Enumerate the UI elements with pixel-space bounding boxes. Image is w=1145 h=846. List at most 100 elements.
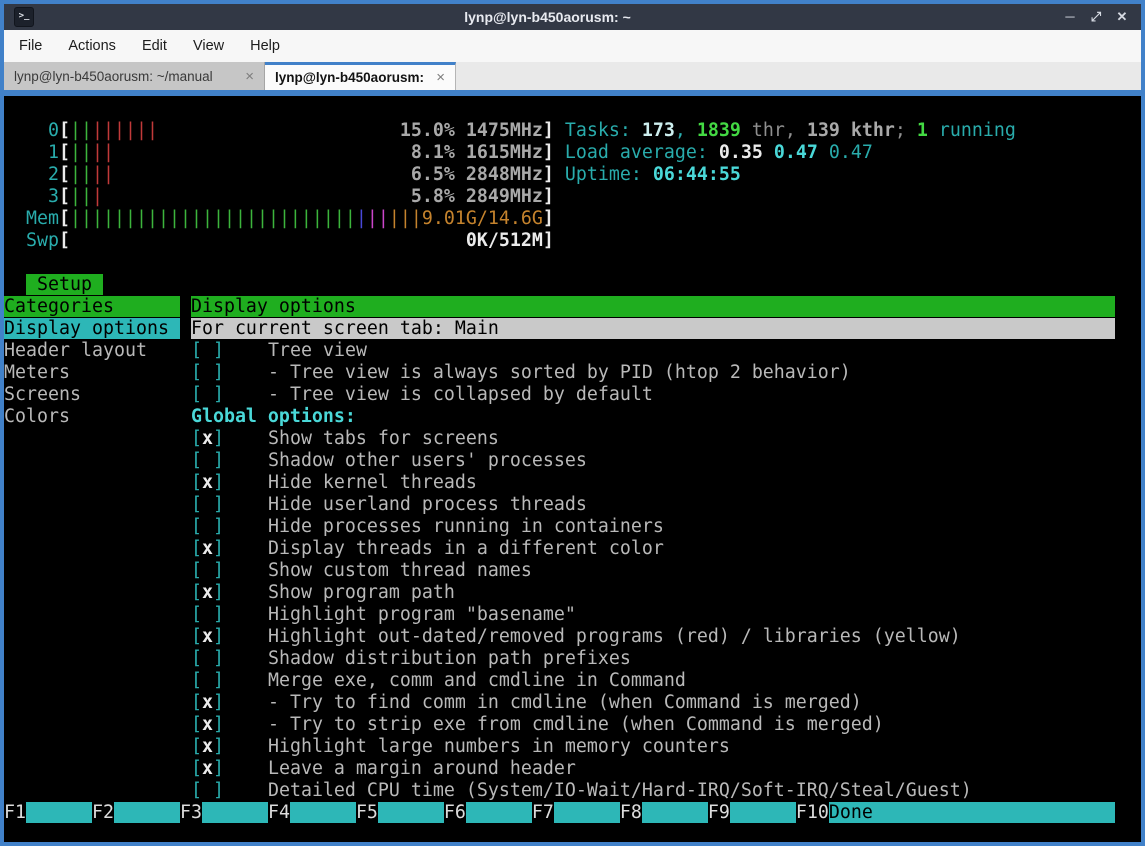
fkey-f8-label[interactable] (642, 802, 708, 823)
text-segment: 6.5% 2848MHz (400, 164, 543, 185)
category-colors[interactable]: Colors (4, 406, 70, 427)
text-segment (4, 538, 191, 559)
fkey-f9-label[interactable] (730, 802, 796, 823)
fkey-f9[interactable]: F9 (708, 802, 730, 823)
option-custom-thread-names-label[interactable]: Show custom thread names (268, 560, 532, 581)
menu-view[interactable]: View (180, 30, 237, 62)
cpu-meter-2: 2[|||| 6.5% 2848MHz] Uptime: 06:44:55 (4, 164, 1141, 186)
option-strip-exe-from-cmdline-checkbox[interactable]: [ (191, 714, 202, 735)
menu-actions[interactable]: Actions (55, 30, 129, 62)
fkey-f1-label[interactable] (26, 802, 92, 823)
option-show-tabs-checkbox[interactable]: [ (191, 428, 202, 449)
tab-1[interactable]: lynp@lyn-b450aorusm: ~/manual× (4, 62, 265, 90)
option-hide-kernel-threads-checkbox[interactable]: [ (191, 472, 202, 493)
tab-close-icon[interactable]: × (237, 68, 254, 85)
text-segment: || (92, 142, 114, 163)
option-display-threads-color-checkbox[interactable]: [ (191, 538, 202, 559)
menu-edit[interactable]: Edit (129, 30, 180, 62)
option-highlight-outdated-label[interactable]: Highlight out-dated/removed programs (re… (268, 626, 961, 647)
menu-help[interactable]: Help (237, 30, 293, 62)
text-segment (4, 120, 48, 141)
text-segment: x (202, 692, 213, 713)
fkey-f4[interactable]: F4 (268, 802, 290, 823)
fkey-f7[interactable]: F7 (532, 802, 554, 823)
tab-close-icon[interactable]: × (428, 69, 445, 86)
option-tree-view-checkbox[interactable]: [ ] (191, 340, 224, 361)
text-segment: ] (213, 714, 224, 735)
category-meters[interactable]: Meters (4, 362, 70, 383)
option-leave-margin-header-label[interactable]: Leave a margin around header (268, 758, 576, 779)
option-row: [x] Display threads in a different color (4, 538, 1141, 560)
fkey-f4-label[interactable] (290, 802, 356, 823)
option-strip-exe-from-cmdline-label[interactable]: - Try to strip exe from cmdline (when Co… (268, 714, 884, 735)
text-segment: ] (213, 626, 224, 647)
maximize-button[interactable]: ⤢ (1087, 8, 1105, 26)
fkey-f2-label[interactable] (114, 802, 180, 823)
option-hide-userland-threads-label[interactable]: Hide userland process threads (268, 494, 587, 515)
option-find-comm-in-cmdline-checkbox[interactable]: [ (191, 692, 202, 713)
text-segment: 06:44:55 (653, 164, 741, 185)
option-display-threads-color-label[interactable]: Display threads in a different color (268, 538, 664, 559)
option-hide-container-processes-checkbox[interactable]: [ ] (191, 516, 224, 537)
fkey-f2[interactable]: F2 (92, 802, 114, 823)
category-header-layout[interactable]: Header layout (4, 340, 147, 361)
tab-2-active[interactable]: lynp@lyn-b450aorusm: ~× (265, 62, 456, 90)
fkey-f7-label[interactable] (554, 802, 620, 823)
text-segment (224, 340, 268, 361)
option-tree-collapsed-label[interactable]: - Tree view is collapsed by default (268, 384, 653, 405)
option-tree-sorted-checkbox[interactable]: [ ] (191, 362, 224, 383)
option-shadow-users-label[interactable]: Shadow other users' processes (268, 450, 587, 471)
option-hide-kernel-threads-label[interactable]: Hide kernel threads (268, 472, 477, 493)
setup-tab[interactable]: Setup (26, 274, 103, 295)
fkey-f3-label[interactable] (202, 802, 268, 823)
option-detailed-cpu-time-label[interactable]: Detailed CPU time (System/IO-Wait/Hard-I… (268, 780, 972, 801)
cpu-meter-0: 0[|||||||| 15.0% 1475MHz] Tasks: 173, 18… (4, 120, 1141, 142)
menu-file[interactable]: File (6, 30, 55, 62)
option-tree-sorted-label[interactable]: - Tree view is always sorted by PID (hto… (268, 362, 851, 383)
fkey-f1[interactable]: F1 (4, 802, 26, 823)
option-tree-view-label[interactable]: Tree view (268, 340, 367, 361)
text-segment: thr, (741, 120, 807, 141)
option-find-comm-in-cmdline-label[interactable]: - Try to find comm in cmdline (when Comm… (268, 692, 862, 713)
titlebar: >_ lynp@lyn-b450aorusm: ~ ─ ⤢ ✕ (4, 4, 1141, 30)
text-segment (356, 296, 1115, 317)
option-show-program-path-label[interactable]: Show program path (268, 582, 455, 603)
option-current-screen-tab[interactable]: For current screen tab: Main (191, 318, 499, 339)
option-merge-exe-comm-cmdline-label[interactable]: Merge exe, comm and cmdline in Command (268, 670, 686, 691)
fkey-f10-label[interactable]: Done (829, 802, 873, 823)
option-highlight-large-numbers-checkbox[interactable]: [ (191, 736, 202, 757)
option-show-tabs-label[interactable]: Show tabs for screens (268, 428, 499, 449)
fkey-f6[interactable]: F6 (444, 802, 466, 823)
option-merge-exe-comm-cmdline-checkbox[interactable]: [ ] (191, 670, 224, 691)
option-highlight-outdated-checkbox[interactable]: [ (191, 626, 202, 647)
panel-headers-row: Categories Display options (4, 296, 1141, 318)
option-show-program-path-checkbox[interactable]: [ (191, 582, 202, 603)
category-display-options[interactable]: Display options (4, 318, 180, 339)
option-highlight-basename-label[interactable]: Highlight program "basename" (268, 604, 576, 625)
fkey-f3[interactable]: F3 (180, 802, 202, 823)
fkey-f5-label[interactable] (378, 802, 444, 823)
fkey-f6-label[interactable] (466, 802, 532, 823)
fkey-f8[interactable]: F8 (620, 802, 642, 823)
close-button[interactable]: ✕ (1113, 8, 1131, 26)
minimize-button[interactable]: ─ (1061, 8, 1079, 26)
option-detailed-cpu-time-checkbox[interactable]: [ ] (191, 780, 224, 801)
option-shadow-users-checkbox[interactable]: [ ] (191, 450, 224, 471)
option-shadow-distribution-paths-label[interactable]: Shadow distribution path prefixes (268, 648, 631, 669)
option-tree-collapsed-checkbox[interactable]: [ ] (191, 384, 224, 405)
option-hide-container-processes-label[interactable]: Hide processes running in containers (268, 516, 664, 537)
option-highlight-basename-checkbox[interactable]: [ ] (191, 604, 224, 625)
fkey-f10[interactable]: F10 (796, 802, 829, 823)
option-highlight-large-numbers-label[interactable]: Highlight large numbers in memory counte… (268, 736, 730, 757)
text-segment: || (70, 186, 92, 207)
option-shadow-distribution-paths-checkbox[interactable]: [ ] (191, 648, 224, 669)
category-screens[interactable]: Screens (4, 384, 81, 405)
text-segment: 0.47 (774, 142, 829, 163)
option-leave-margin-header-checkbox[interactable]: [ (191, 758, 202, 779)
text-segment (4, 472, 191, 493)
fkey-f5[interactable]: F5 (356, 802, 378, 823)
option-custom-thread-names-checkbox[interactable]: [ ] (191, 560, 224, 581)
option-hide-userland-threads-checkbox[interactable]: [ ] (191, 494, 224, 515)
text-segment (224, 714, 268, 735)
text-segment (4, 758, 191, 779)
